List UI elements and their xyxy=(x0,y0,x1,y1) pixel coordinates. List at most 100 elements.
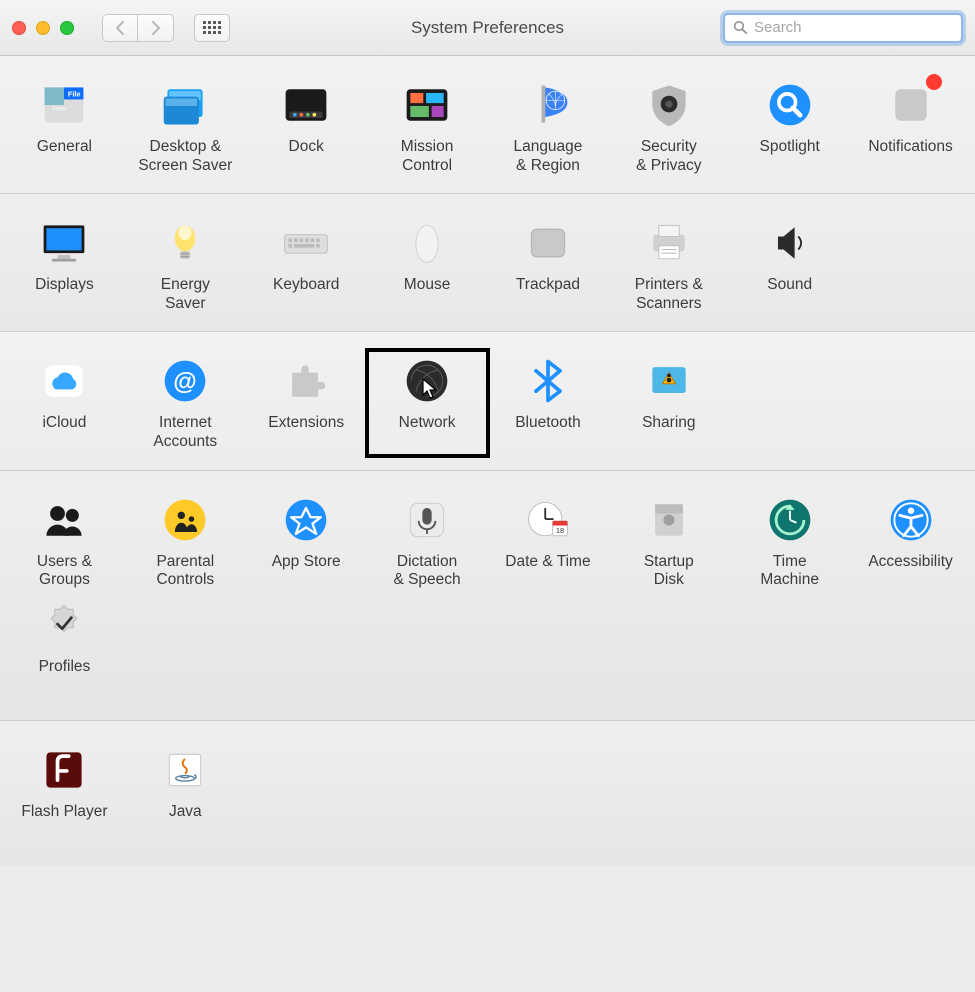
flash-icon xyxy=(37,743,91,797)
pref-energy[interactable]: Energy Saver xyxy=(125,212,246,317)
notifications-icon xyxy=(884,78,938,132)
pref-dictation[interactable]: Dictation & Speech xyxy=(367,489,488,594)
mouse-icon xyxy=(400,216,454,270)
pref-security[interactable]: Security & Privacy xyxy=(608,74,729,179)
spotlight-icon xyxy=(763,78,817,132)
pref-label: Accessibility xyxy=(868,553,952,572)
java-icon xyxy=(158,743,212,797)
pref-label: General xyxy=(37,138,92,157)
svg-text:New: New xyxy=(53,106,66,113)
sharing-icon xyxy=(642,354,696,408)
network-icon xyxy=(400,354,454,408)
pref-flash[interactable]: Flash Player xyxy=(4,739,125,826)
zoom-window-button[interactable] xyxy=(60,21,74,35)
grid-icon xyxy=(203,21,221,34)
pref-printers[interactable]: Printers & Scanners xyxy=(608,212,729,317)
svg-text:File: File xyxy=(68,90,81,99)
pref-label: Dictation & Speech xyxy=(393,553,460,590)
pref-appstore[interactable]: App Store xyxy=(246,489,367,594)
pref-label: Sound xyxy=(767,276,812,295)
pref-desktop[interactable]: Desktop & Screen Saver xyxy=(125,74,246,179)
pref-internet[interactable]: @ Internet Accounts xyxy=(125,350,246,455)
pref-notifications[interactable]: Notifications xyxy=(850,74,971,179)
pref-row-1: FileNew General Desktop & Screen Saver Dock… xyxy=(0,56,975,194)
pref-label: Dock xyxy=(289,138,324,157)
pref-label: Printers & Scanners xyxy=(635,276,703,313)
pref-row-3: iCloud @ Internet Accounts Extensions Networ… xyxy=(0,332,975,470)
pref-language[interactable]: Language & Region xyxy=(488,74,609,179)
pref-general[interactable]: FileNew General xyxy=(4,74,125,179)
language-icon xyxy=(521,78,575,132)
pref-label: Flash Player xyxy=(21,803,107,822)
internet-icon: @ xyxy=(158,354,212,408)
pref-bluetooth[interactable]: Bluetooth xyxy=(488,350,609,455)
pref-label: App Store xyxy=(272,553,341,572)
pref-label: Mission Control xyxy=(401,138,454,175)
security-icon xyxy=(642,78,696,132)
pref-trackpad[interactable]: Trackpad xyxy=(488,212,609,317)
pref-startup[interactable]: Startup Disk xyxy=(608,489,729,594)
pref-dock[interactable]: Dock xyxy=(246,74,367,179)
window-controls xyxy=(12,21,74,35)
pref-sharing[interactable]: Sharing xyxy=(608,350,729,455)
displays-icon xyxy=(37,216,91,270)
pref-label: Parental Controls xyxy=(156,553,214,590)
svg-text:18: 18 xyxy=(556,526,564,535)
profiles-icon xyxy=(37,598,91,652)
accessibility-icon xyxy=(884,493,938,547)
pref-displays[interactable]: Displays xyxy=(4,212,125,317)
mission-icon xyxy=(400,78,454,132)
icloud-icon xyxy=(37,354,91,408)
trackpad-icon xyxy=(521,216,575,270)
appstore-icon xyxy=(279,493,333,547)
pref-label: Security & Privacy xyxy=(636,138,701,175)
pref-row-5: Flash Player Java xyxy=(0,721,975,866)
pref-row-2: Displays Energy Saver Keyboard Mouse Trackpa… xyxy=(0,194,975,332)
pref-label: Trackpad xyxy=(516,276,580,295)
search-input[interactable] xyxy=(754,19,953,36)
parental-icon xyxy=(158,493,212,547)
pref-java[interactable]: Java xyxy=(125,739,246,826)
forward-button[interactable] xyxy=(138,14,174,42)
sound-icon xyxy=(763,216,817,270)
pref-extensions[interactable]: Extensions xyxy=(246,350,367,455)
show-all-button[interactable] xyxy=(194,14,230,42)
pref-timemachine[interactable]: Time Machine xyxy=(729,489,850,594)
pref-row-4: Users & Groups Parental Controls App Store… xyxy=(0,471,975,722)
pref-label: Startup Disk xyxy=(644,553,694,590)
pref-keyboard[interactable]: Keyboard xyxy=(246,212,367,317)
pref-users[interactable]: Users & Groups xyxy=(4,489,125,594)
pref-spotlight[interactable]: Spotlight xyxy=(729,74,850,179)
pref-label: Profiles xyxy=(39,658,91,677)
pref-label: Date & Time xyxy=(505,553,590,572)
back-button[interactable] xyxy=(102,14,138,42)
pref-accessibility[interactable]: Accessibility xyxy=(850,489,971,594)
pref-label: Desktop & Screen Saver xyxy=(138,138,232,175)
timemachine-icon xyxy=(763,493,817,547)
svg-text:@: @ xyxy=(174,369,197,396)
pref-parental[interactable]: Parental Controls xyxy=(125,489,246,594)
pref-mission[interactable]: Mission Control xyxy=(367,74,488,179)
pref-sound[interactable]: Sound xyxy=(729,212,850,317)
dock-icon xyxy=(279,78,333,132)
close-window-button[interactable] xyxy=(12,21,26,35)
search-field[interactable] xyxy=(723,13,963,43)
notification-badge xyxy=(926,74,942,90)
pref-label: Internet Accounts xyxy=(153,414,217,451)
pref-network[interactable]: Network xyxy=(367,350,488,455)
toolbar: System Preferences xyxy=(0,0,975,56)
pref-label: Sharing xyxy=(642,414,695,433)
search-icon xyxy=(733,20,748,35)
pref-label: Energy Saver xyxy=(161,276,210,313)
pref-datetime[interactable]: 18 Date & Time xyxy=(488,489,609,594)
pref-label: Keyboard xyxy=(273,276,339,295)
minimize-window-button[interactable] xyxy=(36,21,50,35)
pref-icloud[interactable]: iCloud xyxy=(4,350,125,455)
energy-icon xyxy=(158,216,212,270)
pref-profiles[interactable]: Profiles xyxy=(4,594,125,681)
users-icon xyxy=(37,493,91,547)
pref-mouse[interactable]: Mouse xyxy=(367,212,488,317)
startup-icon xyxy=(642,493,696,547)
navigation-buttons xyxy=(102,14,174,42)
pref-label: Extensions xyxy=(268,414,344,433)
